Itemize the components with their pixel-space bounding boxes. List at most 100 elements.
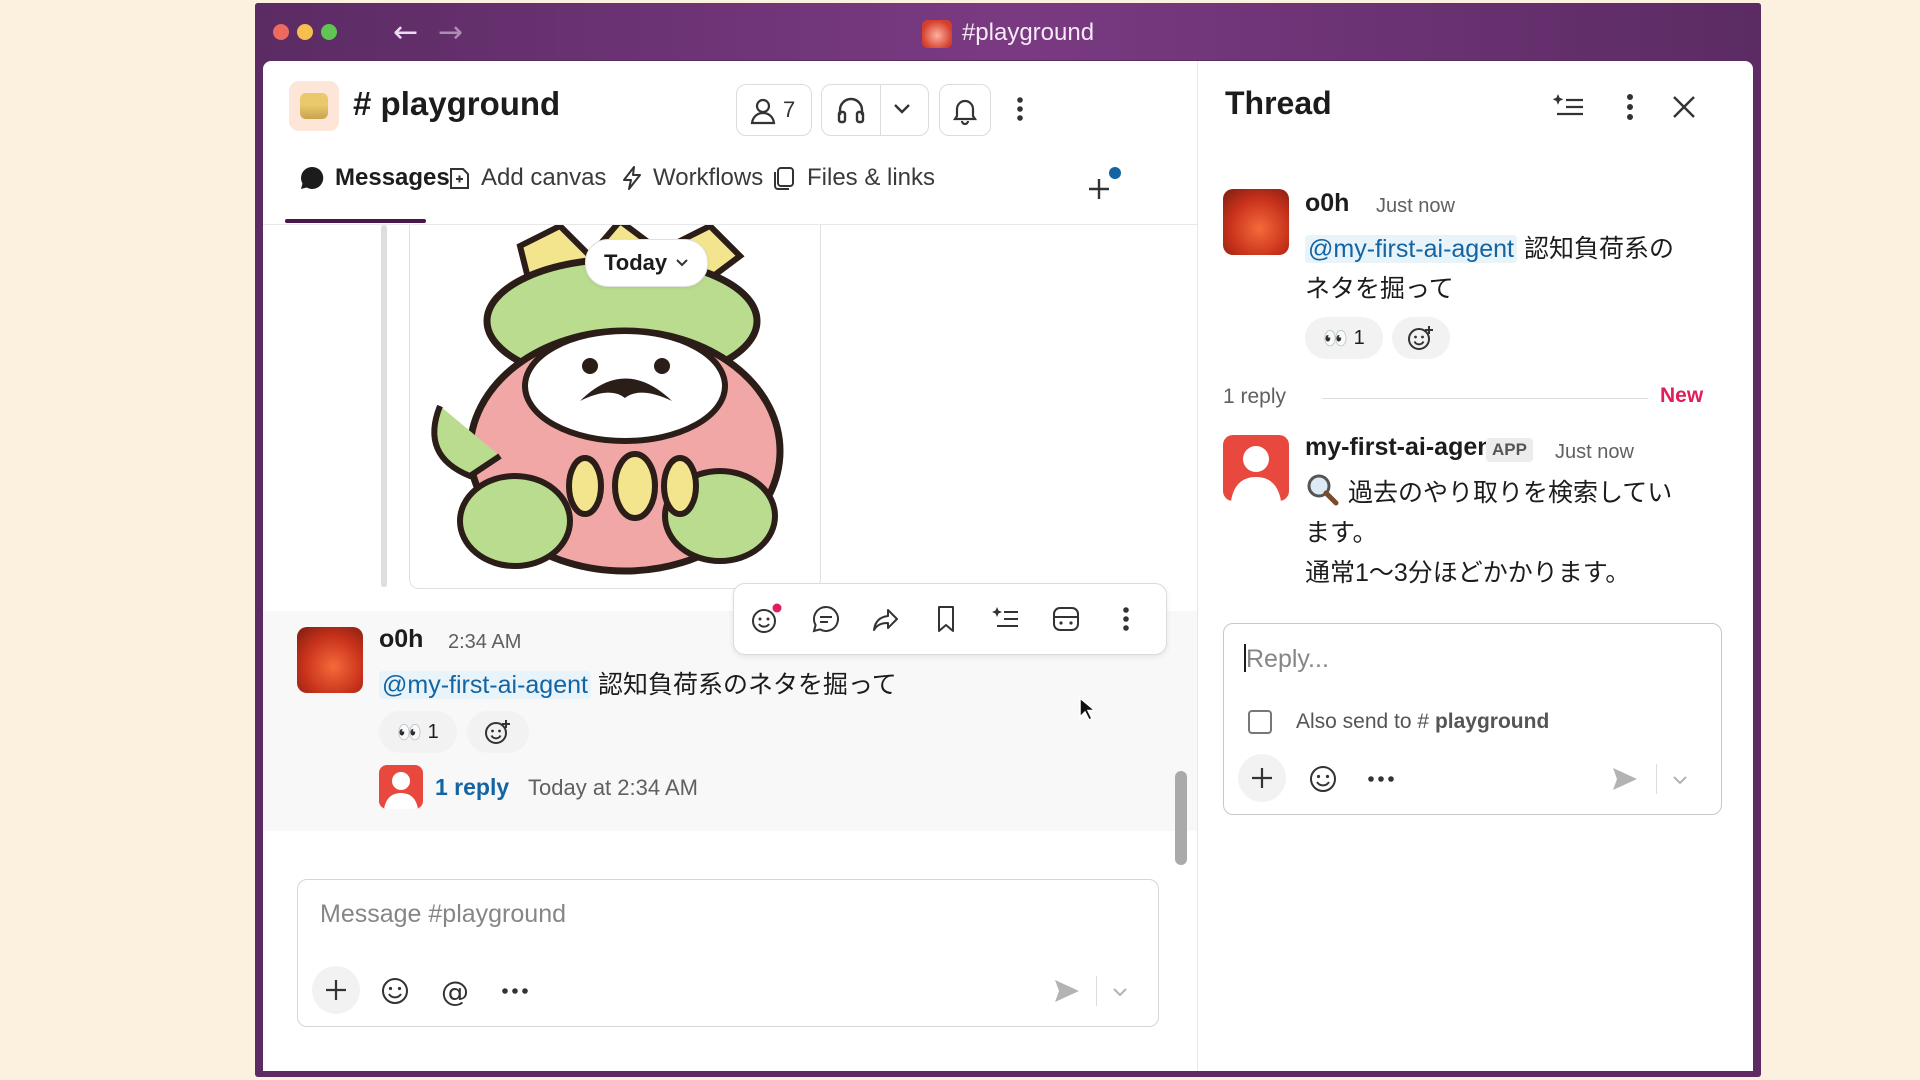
chevron-down-icon (676, 259, 688, 267)
parent-reaction-eyes[interactable]: 👀 1 (1305, 317, 1383, 359)
parent-author[interactable]: o0h (1305, 189, 1349, 218)
reply-text: 過去のやり取りを検索してい ます。 通常1〜3分ほどかかります。 (1305, 473, 1735, 593)
plus-icon (326, 980, 346, 1000)
channel-image-icon (921, 19, 952, 48)
agent-name[interactable]: my-first-ai-agent (1305, 433, 1501, 462)
add-reaction-button[interactable] (467, 711, 529, 753)
tab-messages[interactable]: Messages (299, 164, 450, 192)
headphones-icon[interactable] (836, 95, 866, 125)
new-dot (1109, 167, 1121, 179)
app-badge: APP (1486, 438, 1533, 462)
chevron-down-icon[interactable] (892, 102, 912, 116)
person-icon (749, 97, 777, 125)
channel-title[interactable]: # playground (353, 85, 560, 123)
thread-reply-time: Today at 2:34 AM (528, 775, 698, 800)
ai-list-icon[interactable] (986, 599, 1026, 639)
message-text: @my-first-ai-agent 認知負荷系のネタを掘って (379, 665, 897, 701)
parent-body-line1: 認知負荷系の (1523, 235, 1674, 263)
emoji-icon[interactable] (378, 974, 412, 1008)
mouse-cursor-icon (1078, 696, 1096, 722)
composer-placeholder[interactable]: Message #playground (320, 900, 566, 929)
ai-summary-icon[interactable] (1550, 89, 1586, 125)
agent-avatar[interactable] (1223, 435, 1289, 501)
reply-time[interactable]: Just now (1555, 441, 1634, 464)
reply-input[interactable]: Reply... (1244, 644, 1329, 674)
replier-avatar[interactable] (379, 765, 423, 809)
message-mention[interactable]: @my-first-ai-agent (379, 671, 591, 699)
reply-in-thread-icon[interactable] (806, 599, 846, 639)
author-avatar[interactable] (297, 627, 363, 693)
reply-emoji-icon[interactable] (1306, 762, 1340, 796)
channel-avatar[interactable] (289, 81, 339, 131)
parent-add-reaction-button[interactable] (1392, 317, 1450, 359)
channel-name: playground (380, 85, 561, 122)
message-body: 認知負荷系のネタを掘って (597, 671, 897, 699)
tab-messages-label: Messages (335, 164, 450, 191)
reply-composer[interactable]: Reply... Also send to # playground (1223, 623, 1722, 815)
parent-time[interactable]: Just now (1376, 195, 1455, 218)
send-icon[interactable] (1050, 974, 1084, 1008)
active-tab-underline (285, 219, 426, 223)
plus-icon (1252, 768, 1272, 788)
window-title-text: #playground (961, 19, 1095, 46)
mention-at-icon[interactable]: @ (438, 974, 472, 1008)
canvas-icon (450, 168, 469, 189)
thread-reply-link[interactable]: 1 reply (435, 774, 509, 801)
more-vertical-icon[interactable] (1005, 91, 1035, 127)
channel-hash: # (353, 85, 372, 122)
channel-pane: # playground 7 Messages Add canvas Workf… (263, 61, 1197, 1071)
parent-text: @my-first-ai-agent 認知負荷系の ネタを掘って (1305, 229, 1725, 309)
more-horizontal-icon[interactable] (498, 974, 532, 1008)
message-composer[interactable]: Message #playground @ (297, 879, 1159, 1027)
person-avatar-icon (384, 772, 418, 809)
add-reaction-icon[interactable] (746, 599, 786, 639)
scrollbar-thumb[interactable] (1175, 771, 1187, 865)
send-options-chevron-icon[interactable] (1108, 980, 1132, 1004)
bookmark-icon[interactable] (926, 599, 966, 639)
also-send-checkbox[interactable] (1248, 710, 1272, 734)
also-send-label: Also send to # playground (1296, 710, 1549, 734)
app-launcher-icon[interactable] (1046, 599, 1086, 639)
parent-author-avatar[interactable] (1223, 189, 1289, 255)
close-icon[interactable] (1666, 89, 1702, 125)
message-actions-toolbar (733, 583, 1167, 655)
parent-reaction-count: 1 (1353, 326, 1365, 349)
parent-mention[interactable]: @my-first-ai-agent (1305, 235, 1517, 263)
add-emoji-icon (1408, 326, 1433, 350)
thread-more-vertical-icon[interactable] (1612, 89, 1648, 125)
channel-emoji-icon (300, 93, 328, 119)
more-actions-icon[interactable] (1106, 599, 1146, 639)
today-date-pill[interactable]: Today (585, 239, 709, 287)
reply-send-options-chevron-icon[interactable] (1668, 768, 1692, 792)
tab-workflows-label: Workflows (653, 164, 764, 191)
notifications-button[interactable] (939, 84, 991, 136)
attachment-quote-bar (381, 225, 387, 587)
member-count: 7 (783, 97, 796, 122)
tab-workflows[interactable]: Workflows (621, 164, 763, 192)
reply-send-icon[interactable] (1608, 762, 1642, 796)
plus-icon (1089, 179, 1109, 199)
huddle-button-group[interactable] (821, 84, 929, 136)
reaction-eyes[interactable]: 👀 1 (379, 711, 457, 753)
also-send-hash: # (1417, 710, 1430, 733)
message-author[interactable]: o0h (379, 625, 423, 654)
eyes-emoji-icon: 👀 (1323, 327, 1349, 350)
tab-add-canvas-label: Add canvas (481, 164, 607, 191)
tab-files-links[interactable]: Files & links (771, 164, 935, 192)
title-bar: ← → #playground (255, 3, 1761, 60)
add-tab-button[interactable] (1083, 167, 1121, 205)
tab-add-canvas[interactable]: Add canvas (447, 164, 606, 192)
reply-attach-plus-button[interactable] (1238, 754, 1286, 802)
new-label: New (1660, 384, 1704, 407)
files-icon (774, 167, 794, 190)
members-button[interactable]: 7 (736, 84, 812, 136)
reply-divider (1322, 398, 1648, 399)
share-forward-icon[interactable] (866, 599, 906, 639)
reply-more-horizontal-icon[interactable] (1364, 762, 1398, 796)
person-avatar-icon (1231, 446, 1281, 501)
bell-icon (950, 95, 980, 125)
today-label: Today (604, 250, 668, 275)
eyes-emoji-icon: 👀 (397, 721, 423, 744)
attach-plus-button[interactable] (312, 966, 360, 1014)
message-time[interactable]: 2:34 AM (448, 631, 521, 654)
